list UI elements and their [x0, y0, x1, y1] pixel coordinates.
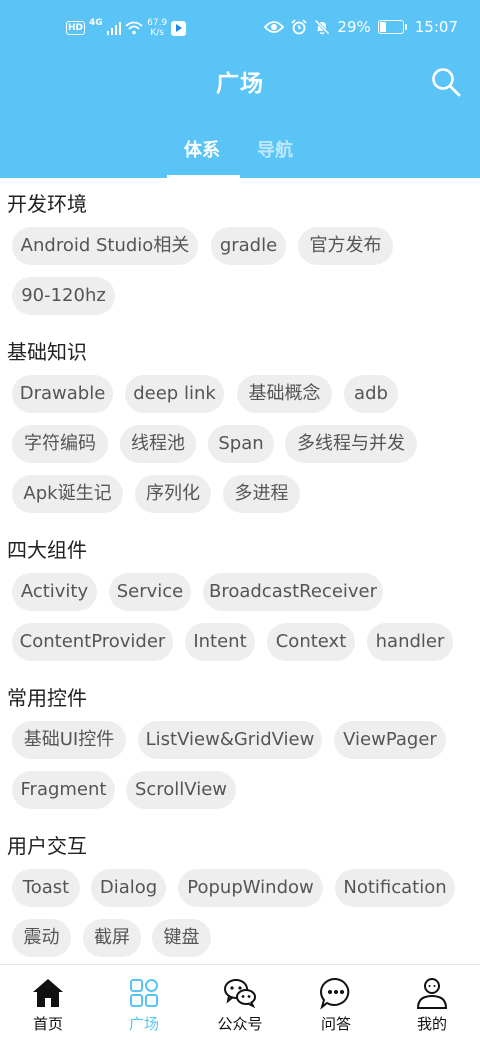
knowledge-list[interactable]: 开发环境 Android Studio相关 gradle 官方发布 90-120…: [0, 178, 480, 964]
chip[interactable]: 序列化: [135, 475, 211, 513]
section-title: 常用控件: [7, 686, 87, 710]
nav-label: 公众号: [217, 1015, 263, 1033]
chip[interactable]: Fragment: [12, 771, 115, 809]
chip[interactable]: Activity: [12, 573, 97, 611]
user-icon: [416, 978, 448, 1009]
chip[interactable]: PopupWindow: [178, 869, 323, 907]
app-header: HD 4G 67.9 K/s 29% 15:07 广场 体系 导航: [0, 0, 480, 178]
nav-label: 广场: [128, 1015, 159, 1033]
nav-item-mine[interactable]: 我的: [384, 965, 480, 1041]
nav-label: 我的: [416, 1015, 447, 1033]
chip[interactable]: 多线程与并发: [285, 425, 417, 463]
hd-icon: HD: [66, 21, 86, 35]
network-speed: 67.9 K/s: [147, 18, 167, 38]
page-title: 广场: [216, 71, 264, 97]
section-title: 四大组件: [7, 538, 87, 562]
alarm-icon: [291, 19, 308, 35]
chip[interactable]: Drawable: [12, 375, 113, 413]
signal-icon: [106, 21, 122, 35]
chip[interactable]: ListView&GridView: [138, 721, 322, 759]
section-title: 基础知识: [7, 340, 87, 364]
chip[interactable]: Notification: [335, 869, 455, 907]
chip[interactable]: 基础概念: [237, 375, 332, 413]
chip[interactable]: 基础UI控件: [12, 721, 126, 759]
battery-icon: [377, 20, 407, 34]
chip[interactable]: gradle: [211, 227, 286, 265]
status-bar: HD 4G 67.9 K/s 29% 15:07: [0, 0, 480, 60]
section-title: 开发环境: [7, 192, 87, 216]
chip[interactable]: ScrollView: [126, 771, 236, 809]
search-icon[interactable]: [430, 66, 462, 98]
chip[interactable]: BroadcastReceiver: [203, 573, 383, 611]
mute-icon: [314, 19, 331, 35]
chip[interactable]: Span: [208, 425, 274, 463]
chip[interactable]: 90-120hz: [12, 277, 115, 315]
wechat-icon: [224, 979, 256, 1009]
speed-value: 67.9: [147, 18, 168, 28]
battery-percent: 29%: [337, 18, 371, 36]
chip[interactable]: ViewPager: [334, 721, 446, 759]
tab-bar: 体系 导航: [0, 130, 480, 178]
chip[interactable]: Dialog: [91, 869, 166, 907]
chip[interactable]: 官方发布: [298, 227, 393, 265]
chip[interactable]: Apk诞生记: [12, 475, 123, 513]
chip[interactable]: Toast: [12, 869, 80, 907]
nav-item-qa[interactable]: 问答: [288, 965, 384, 1041]
chat-bubble-icon: [320, 977, 350, 1010]
status-right: 29% 15:07: [264, 18, 458, 36]
chip[interactable]: Android Studio相关: [12, 227, 198, 265]
chip[interactable]: Intent: [185, 623, 255, 661]
home-icon: [33, 979, 63, 1007]
status-left: HD 4G 67.9 K/s: [66, 18, 187, 38]
tab-system[interactable]: 体系: [184, 136, 220, 162]
chip[interactable]: adb: [344, 375, 398, 413]
nav-label: 首页: [32, 1015, 63, 1033]
chip[interactable]: Context: [267, 623, 355, 661]
bottom-navigation: 首页 广场 公众号 问答 我的: [0, 964, 480, 1041]
network-type: 4G: [89, 18, 103, 28]
chip[interactable]: 字符编码: [12, 425, 108, 463]
speed-unit: K/s: [150, 28, 164, 38]
clock: 15:07: [414, 18, 458, 36]
chip[interactable]: 震动: [12, 919, 71, 957]
chip[interactable]: 线程池: [120, 425, 196, 463]
chip[interactable]: Service: [109, 573, 191, 611]
chip[interactable]: 截屏: [83, 919, 141, 957]
chip[interactable]: 键盘: [152, 919, 211, 957]
chip[interactable]: handler: [367, 623, 453, 661]
chip[interactable]: ContentProvider: [12, 623, 173, 661]
app-notification-icon: [171, 20, 187, 36]
chip[interactable]: 多进程: [223, 475, 300, 513]
nav-item-home[interactable]: 首页: [0, 965, 96, 1041]
wifi-icon: [125, 21, 143, 35]
nav-label: 问答: [320, 1015, 351, 1033]
nav-item-square[interactable]: 广场: [96, 965, 192, 1041]
grid-icon: [130, 979, 158, 1007]
nav-item-official[interactable]: 公众号: [192, 965, 288, 1041]
tab-navigation[interactable]: 导航: [257, 136, 293, 162]
eye-icon: [264, 21, 285, 33]
chip[interactable]: deep link: [125, 375, 224, 413]
section-title: 用户交互: [7, 834, 87, 858]
